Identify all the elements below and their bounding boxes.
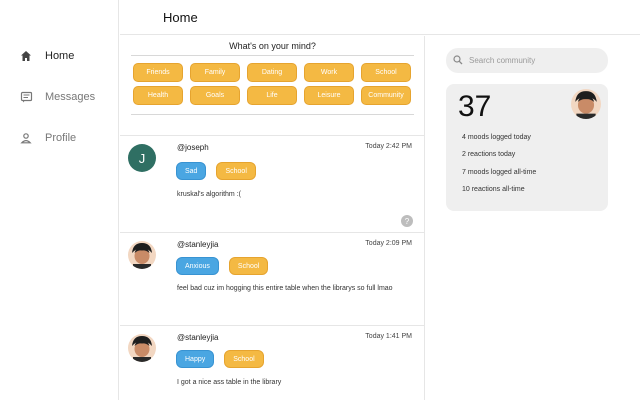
post-card[interactable]: @stanleyjia Today 2:09 PM Anxious School… [120, 233, 424, 326]
topic-chip-school[interactable]: School [361, 63, 411, 82]
stat-line: 7 moods logged all-time [462, 169, 537, 176]
post-tags: Sad School [176, 162, 256, 180]
post-timestamp: Today 1:41 PM [365, 333, 412, 340]
post-card[interactable]: J @joseph Today 2:42 PM Sad School krusk… [120, 136, 424, 233]
topic-chip-family[interactable]: Family [190, 63, 240, 82]
page-title: Home [163, 10, 198, 25]
mood-tag[interactable]: Happy [176, 350, 215, 368]
post-tags: Happy School [176, 350, 264, 368]
avatar[interactable] [128, 241, 156, 269]
post-username[interactable]: @joseph [177, 143, 209, 152]
topic-chip-goals[interactable]: Goals [190, 86, 240, 105]
topic-chip-friends[interactable]: Friends [133, 63, 183, 82]
topic-chip-leisure[interactable]: Leisure [304, 86, 354, 105]
feed[interactable]: What's on your mind? Friends Family Dati… [120, 36, 425, 400]
post-text: feel bad cuz im hogging this entire tabl… [177, 285, 393, 292]
mood-tag[interactable]: Sad [176, 162, 207, 180]
divider [131, 114, 414, 115]
post-text: kruskal's algorithm :( [177, 191, 241, 198]
person-icon [18, 130, 34, 146]
divider [131, 55, 414, 56]
topic-chip-grid: Friends Family Dating Work School Health… [133, 63, 413, 105]
mood-composer: What's on your mind? Friends Family Dati… [120, 36, 424, 136]
help-icon[interactable]: ? [401, 215, 413, 227]
topic-chip-work[interactable]: Work [304, 63, 354, 82]
post-card[interactable]: @stanleyjia Today 1:41 PM Happy School I… [120, 326, 424, 400]
sidebar-item-messages[interactable]: Messages [18, 89, 95, 105]
avatar[interactable] [571, 89, 601, 119]
sidebar-item-label: Messages [45, 91, 96, 103]
topic-chip-health[interactable]: Health [133, 86, 183, 105]
search-icon [453, 52, 463, 70]
stat-line: 2 reactions today [462, 151, 516, 158]
topic-tag[interactable]: School [224, 350, 264, 368]
topic-chip-dating[interactable]: Dating [247, 63, 297, 82]
topic-chip-life[interactable]: Life [247, 86, 297, 105]
stat-line: 10 reactions all-time [462, 186, 525, 193]
post-timestamp: Today 2:09 PM [365, 240, 412, 247]
topic-chip-community[interactable]: Community [361, 86, 411, 105]
composer-question: What's on your mind? [229, 41, 316, 51]
search-bar[interactable] [446, 48, 608, 73]
sidebar-item-label: Home [45, 50, 75, 62]
search-input[interactable] [469, 56, 599, 65]
post-username[interactable]: @stanleyjia [177, 333, 218, 342]
post-timestamp: Today 2:42 PM [365, 143, 412, 150]
post-tags: Anxious School [176, 257, 269, 275]
avatar[interactable]: J [128, 144, 156, 172]
post-username[interactable]: @stanleyjia [177, 240, 218, 249]
topic-tag[interactable]: School [228, 257, 269, 275]
stat-line: 4 moods logged today [462, 134, 531, 141]
sidebar-item-profile[interactable]: Profile [18, 130, 76, 146]
stat-count: 37 [458, 90, 492, 123]
stats-card: 37 4 moods logged today 2 reactions toda… [446, 84, 608, 211]
home-icon [18, 48, 34, 64]
sidebar-item-home[interactable]: Home [18, 48, 74, 64]
sidebar: Home Messages Profile [0, 0, 119, 400]
mood-tag[interactable]: Anxious [176, 257, 219, 275]
avatar[interactable] [128, 334, 156, 362]
sidebar-item-label: Profile [45, 132, 77, 144]
topic-tag[interactable]: School [216, 162, 256, 180]
top-header: Home [120, 0, 640, 35]
post-text: I got a nice ass table in the library [177, 379, 282, 386]
chat-icon [18, 89, 34, 105]
